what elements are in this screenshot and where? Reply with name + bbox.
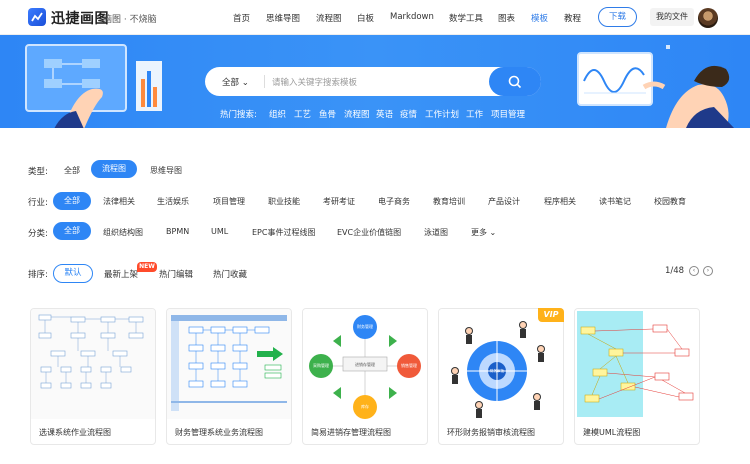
industry-chip[interactable]: 教育培训 xyxy=(433,196,465,207)
search-category-select[interactable]: 全部 ⌄ xyxy=(222,76,249,88)
sort-default[interactable]: 默认 xyxy=(53,264,93,283)
page-indicator: 1/48 xyxy=(665,266,685,276)
search-button[interactable] xyxy=(489,67,541,96)
template-title[interactable]: 简易进销存管理流程图 xyxy=(311,427,391,438)
search-bar: 全部 ⌄ 请输入关键字搜索模板 xyxy=(205,67,541,96)
template-card[interactable]: 进销存管理 财务管理 采购管理 销售管理 库存 简易进销存管理流程图 xyxy=(302,308,428,445)
avatar[interactable] xyxy=(698,8,718,28)
industry-chip[interactable]: 产品设计 xyxy=(488,196,520,207)
chevron-down-icon: ⌄ xyxy=(241,78,249,88)
template-title[interactable]: 选课系统作业流程图 xyxy=(39,427,111,438)
hot-term[interactable]: 工作 xyxy=(466,108,483,120)
vip-badge: VIP xyxy=(538,308,564,322)
category-chip[interactable]: UML xyxy=(211,227,228,236)
hero-right-illustration xyxy=(577,45,734,128)
industry-chip-all[interactable]: 全部 xyxy=(53,192,91,210)
type-chip-flowchart[interactable]: 流程图 xyxy=(91,160,137,178)
my-files-button[interactable]: 我的文件 xyxy=(650,8,694,26)
search-divider xyxy=(264,75,265,88)
nav-tutorials[interactable]: 教程 xyxy=(564,12,581,24)
search-input[interactable]: 请输入关键字搜索模板 xyxy=(272,76,357,88)
template-thumbnail: 财务审批 xyxy=(439,309,563,419)
type-filter-label: 类型: xyxy=(28,167,48,177)
nav-mindmap[interactable]: 思维导图 xyxy=(266,12,300,24)
sort-hot-edit[interactable]: 热门编辑 xyxy=(159,268,193,280)
hot-term[interactable]: 项目管理 xyxy=(491,108,525,120)
template-thumbnail xyxy=(31,309,155,419)
type-chip-mindmap[interactable]: 思维导图 xyxy=(150,165,182,176)
category-chip[interactable]: EVC企业价值链图 xyxy=(337,227,401,238)
search-icon xyxy=(508,75,522,89)
nav-charts[interactable]: 图表 xyxy=(498,12,515,24)
template-card[interactable]: 财务管理系统业务流程图 xyxy=(166,308,292,445)
hot-term[interactable]: 英语 xyxy=(376,108,393,120)
category-more-dropdown[interactable]: 更多 ⌄ xyxy=(471,227,496,238)
thumb-node-purchase: 采购管理 xyxy=(313,362,329,368)
sort-newest[interactable]: 最新上架 xyxy=(104,268,138,280)
template-card[interactable]: 财务审批 环形财务报销审核流程图 xyxy=(438,308,564,445)
template-title[interactable]: 财务管理系统业务流程图 xyxy=(175,427,263,438)
category-chip[interactable]: EPC事件过程线图 xyxy=(252,227,315,238)
nav-templates[interactable]: 模板 xyxy=(531,12,548,24)
industry-chip[interactable]: 读书笔记 xyxy=(599,196,631,207)
industry-chip[interactable]: 考研考证 xyxy=(323,196,355,207)
category-chip[interactable]: 泳道图 xyxy=(424,227,448,238)
category-chip[interactable]: BPMN xyxy=(166,227,189,236)
logo-icon[interactable] xyxy=(28,8,46,26)
category-chip-all[interactable]: 全部 xyxy=(53,222,91,240)
template-card[interactable]: 建模UML流程图 xyxy=(574,308,700,445)
type-chip-all[interactable]: 全部 xyxy=(64,165,80,176)
template-card[interactable]: 选课系统作业流程图 xyxy=(30,308,156,445)
template-thumbnail xyxy=(167,309,291,419)
brand-name[interactable]: 迅捷画图 xyxy=(51,8,109,28)
hot-term[interactable]: 流程图 xyxy=(344,108,370,120)
industry-chip[interactable]: 电子商务 xyxy=(378,196,410,207)
hero-left-illustration xyxy=(25,44,162,128)
nav-markdown[interactable]: Markdown xyxy=(390,12,434,22)
hot-search-label: 热门搜索: xyxy=(220,110,257,120)
template-title[interactable]: 建模UML流程图 xyxy=(583,427,640,438)
industry-chip[interactable]: 程序相关 xyxy=(544,196,576,207)
chevron-down-icon: ⌄ xyxy=(489,228,497,237)
prev-page-icon[interactable]: ‹ xyxy=(689,266,699,276)
industry-chip[interactable]: 校园教育 xyxy=(654,196,686,207)
hot-term[interactable]: 工艺 xyxy=(294,108,311,120)
nav-math-tools[interactable]: 数学工具 xyxy=(449,12,483,24)
sort-hot-favorite[interactable]: 热门收藏 xyxy=(213,268,247,280)
industry-chip[interactable]: 项目管理 xyxy=(213,196,245,207)
thumb-node-finance: 财务管理 xyxy=(357,323,373,329)
hot-term[interactable]: 组织 xyxy=(269,108,286,120)
industry-chip[interactable]: 法律相关 xyxy=(103,196,135,207)
category-chip[interactable]: 组织结构图 xyxy=(103,227,143,238)
thumb-node-sales: 销售管理 xyxy=(401,362,417,368)
hot-term[interactable]: 工作计划 xyxy=(425,108,459,120)
industry-chip[interactable]: 生活娱乐 xyxy=(157,196,189,207)
hero-banner: 全部 ⌄ 请输入关键字搜索模板 热门搜索: 组织 工艺 鱼骨 流程图 英语 疫情… xyxy=(0,35,750,128)
hot-term[interactable]: 疫情 xyxy=(400,108,417,120)
category-filter-label: 分类: xyxy=(28,229,48,239)
next-page-icon[interactable]: › xyxy=(703,266,713,276)
nav-flowchart[interactable]: 流程图 xyxy=(316,12,342,24)
thumb-center-label: 进销存管理 xyxy=(355,361,375,367)
sort-label: 排序: xyxy=(28,270,48,280)
new-badge: NEW xyxy=(137,262,157,272)
template-title[interactable]: 环形财务报销审核流程图 xyxy=(447,427,535,438)
template-thumbnail: 进销存管理 财务管理 采购管理 销售管理 库存 xyxy=(303,309,427,419)
nav-home[interactable]: 首页 xyxy=(233,12,250,24)
template-thumbnail xyxy=(575,309,699,419)
industry-filter-label: 行业: xyxy=(28,198,48,208)
download-button[interactable]: 下载 xyxy=(598,7,637,27)
thumb-node-stock: 库存 xyxy=(361,403,369,409)
brand-slogan: 脑图 · 不烧脑 xyxy=(103,15,157,25)
nav-whiteboard[interactable]: 白板 xyxy=(357,12,374,24)
industry-chip[interactable]: 职业技能 xyxy=(268,196,300,207)
hot-term[interactable]: 鱼骨 xyxy=(319,108,336,120)
top-header: 迅捷画图 脑图 · 不烧脑 首页 思维导图 流程图 白板 Markdown 数学… xyxy=(0,0,750,35)
